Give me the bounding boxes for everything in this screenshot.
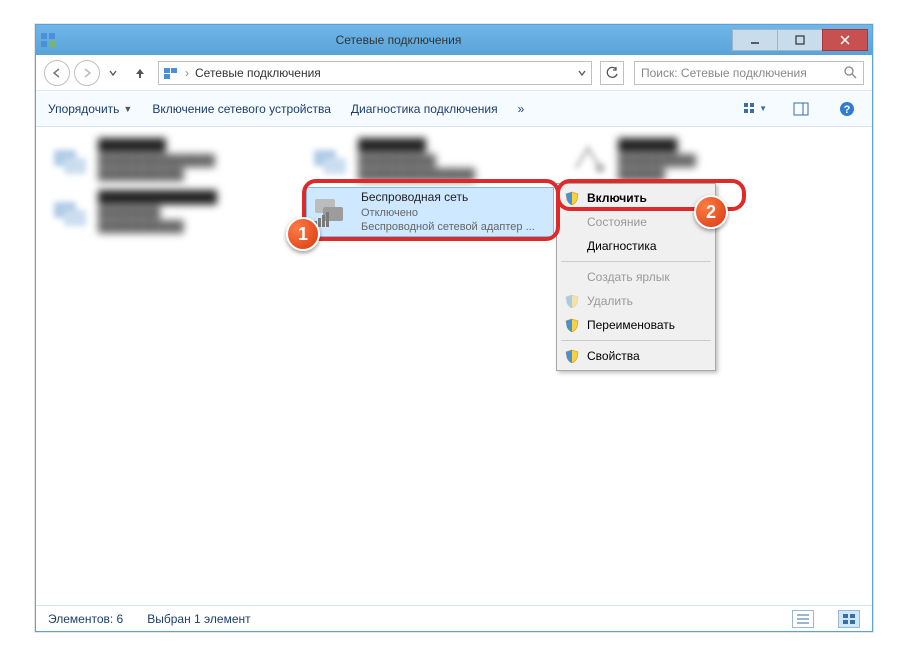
address-bar[interactable]: › Сетевые подключения [158, 61, 592, 85]
wireless-network-item[interactable]: Беспроводная сеть Отключено Беспроводной… [306, 187, 554, 237]
enable-device-button[interactable]: Включение сетевого устройства [152, 102, 331, 116]
titlebar: Сетевые подключения [36, 25, 872, 55]
menu-separator [561, 340, 711, 341]
app-icon [40, 32, 56, 48]
status-selected: Выбран 1 элемент [147, 612, 250, 626]
breadcrumb-sep: › [185, 66, 189, 80]
shield-icon [563, 191, 581, 205]
menu-separator [561, 261, 711, 262]
nav-bar: › Сетевые подключения Поиск: Сетевые под… [36, 55, 872, 91]
maximize-button[interactable] [777, 29, 823, 51]
minimize-button[interactable] [732, 29, 778, 51]
network-item[interactable]: ██████████████████████████████████ [46, 135, 294, 185]
svg-text:?: ? [844, 104, 851, 116]
menu-properties[interactable]: Свойства [559, 344, 713, 368]
up-button[interactable] [130, 63, 150, 83]
preview-pane-button[interactable] [788, 98, 814, 120]
network-item[interactable]: ███████████████████████ [566, 135, 814, 185]
details-view-button[interactable] [792, 610, 814, 628]
overflow-button[interactable]: » [518, 102, 525, 116]
breadcrumb[interactable]: Сетевые подключения [195, 66, 321, 80]
network-item[interactable]: █████████████████████████████████ [306, 135, 554, 185]
shield-icon [563, 294, 581, 308]
command-bar: Упорядочить▼ Включение сетевого устройст… [36, 91, 872, 127]
window-title: Сетевые подключения [64, 33, 733, 47]
window-buttons [733, 29, 868, 51]
search-icon [844, 66, 857, 79]
folder-icon [163, 65, 179, 81]
help-button[interactable]: ? [834, 98, 860, 120]
menu-delete: Удалить [559, 289, 713, 313]
content-area[interactable]: ██████████████████████████████████ █████… [36, 127, 872, 605]
shield-icon [563, 318, 581, 332]
network-item[interactable]: █████████████████████████████████ [46, 187, 294, 237]
search-placeholder: Поиск: Сетевые подключения [641, 66, 844, 80]
menu-diagnose[interactable]: Диагностика [559, 234, 713, 258]
back-button[interactable] [44, 60, 70, 86]
explorer-window: Сетевые подключения › Сетевые подключени… [35, 24, 873, 632]
search-box[interactable]: Поиск: Сетевые подключения [634, 61, 864, 85]
menu-rename[interactable]: Переименовать [559, 313, 713, 337]
menu-enable[interactable]: Включить [559, 186, 713, 210]
refresh-button[interactable] [600, 61, 624, 85]
organize-button[interactable]: Упорядочить▼ [48, 102, 132, 116]
status-count: Элементов: 6 [48, 612, 123, 626]
item-status: Отключено [361, 206, 535, 220]
context-menu: Включить Состояние Диагностика Создать я… [556, 183, 716, 371]
menu-shortcut: Создать ярлык [559, 265, 713, 289]
history-dropdown[interactable] [104, 60, 122, 86]
view-options-button[interactable]: ▼ [742, 98, 768, 120]
menu-status: Состояние [559, 210, 713, 234]
tiles-view-button[interactable] [838, 610, 860, 628]
forward-button[interactable] [74, 60, 100, 86]
status-bar: Элементов: 6 Выбран 1 элемент [36, 605, 872, 631]
item-name: Беспроводная сеть [361, 190, 535, 206]
chevron-down-icon: ▼ [123, 104, 132, 114]
diagnose-button[interactable]: Диагностика подключения [351, 102, 498, 116]
wireless-adapter-icon [311, 191, 353, 233]
close-button[interactable] [822, 29, 868, 51]
item-adapter: Беспроводной сетевой адаптер ... [361, 220, 535, 234]
shield-icon [563, 349, 581, 363]
chevron-down-icon[interactable] [577, 68, 587, 78]
